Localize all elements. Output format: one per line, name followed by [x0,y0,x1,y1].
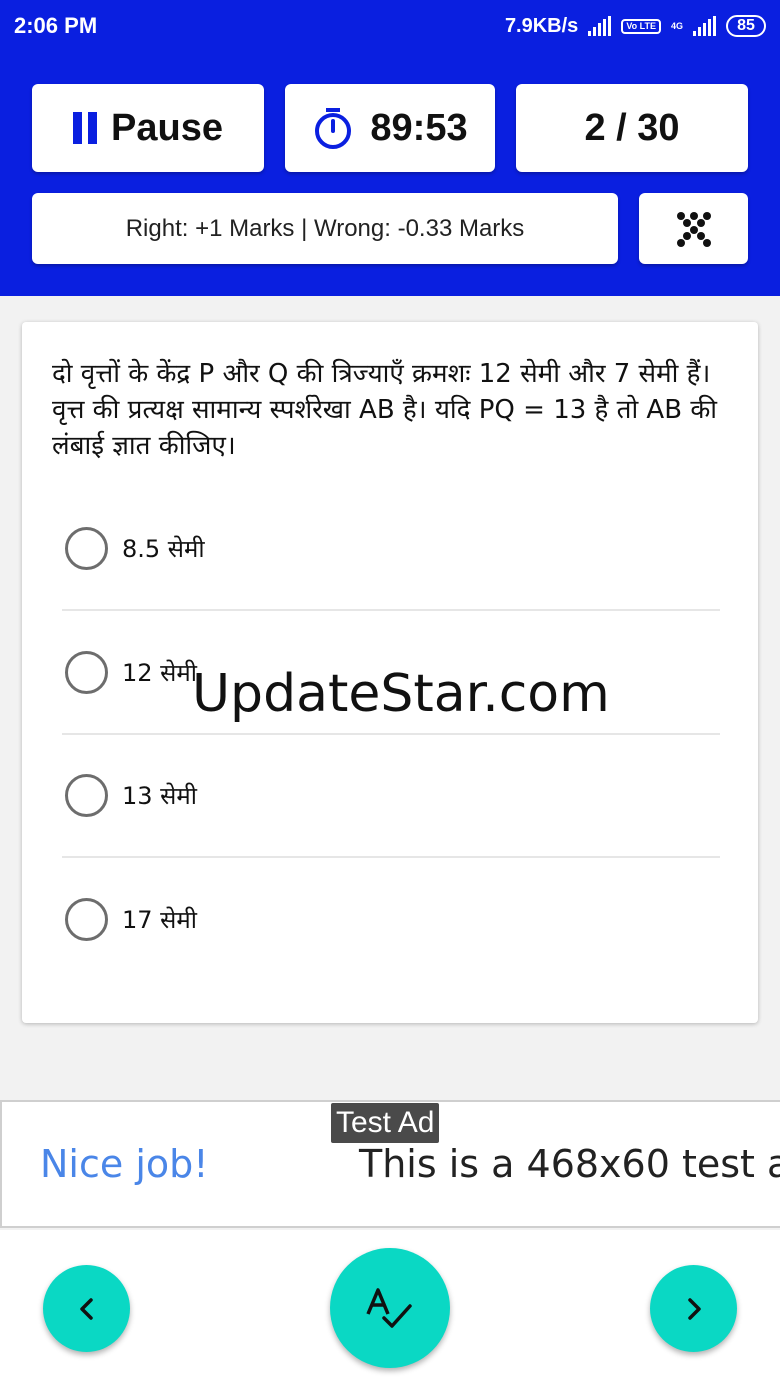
question-counter-value: 2 / 30 [584,106,680,149]
radio-button[interactable] [65,774,108,817]
pause-icon [73,112,98,144]
quiz-header: Pause 89:53 2 / 30 Right: +1 Marks | Wro… [0,52,780,296]
ad-body[interactable]: This is a 468x60 test ad [359,1142,780,1186]
watermark: UpdateStar.com [192,664,610,724]
question-text: दो वृत्तों के केंद्र P और Q की त्रिज्याए… [52,359,718,461]
radio-button[interactable] [65,527,108,570]
timer-value: 89:53 [370,106,468,149]
radio-button[interactable] [65,651,108,694]
option-4[interactable]: 17 सेमी [62,858,720,981]
option-1[interactable]: 8.5 सेमी [62,487,720,610]
question-grid-button[interactable] [639,193,748,264]
ad-tag: Test Ad [331,1103,440,1143]
volte-icon: Vo LTE [621,18,661,34]
question-counter: 2 / 30 [516,84,748,172]
check-answer-button[interactable] [330,1248,450,1368]
ad-headline[interactable]: Nice job! [40,1142,209,1186]
pause-button[interactable]: Pause [32,84,264,172]
battery-indicator: 85 [726,15,766,37]
stopwatch-icon [315,108,352,149]
next-button[interactable] [650,1265,737,1352]
spellcheck-icon [366,1288,412,1328]
status-bar: 2:06 PM 7.9KB/s Vo LTE 4G 85 [0,0,780,52]
option-label: 8.5 सेमी [122,535,205,563]
pause-label: Pause [111,106,223,149]
radio-button[interactable] [65,898,108,941]
network-speed: 7.9KB/s [504,14,579,37]
marks-info: Right: +1 Marks | Wrong: -0.33 Marks [32,193,618,264]
signal-icon [588,16,612,36]
previous-button[interactable] [43,1265,130,1352]
signal-icon-2 [693,16,716,36]
chevron-left-icon [79,1297,93,1320]
question-grid-icon [676,211,711,247]
status-time: 2:06 PM [14,13,98,38]
timer-display: 89:53 [285,84,495,172]
marks-info-text: Right: +1 Marks | Wrong: -0.33 Marks [125,214,525,242]
option-3[interactable]: 13 सेमी [62,734,720,857]
status-icons: 7.9KB/s Vo LTE 4G 85 [505,15,766,38]
option-label: 12 सेमी [122,659,197,687]
option-label: 17 सेमी [122,906,197,934]
option-label: 13 सेमी [122,782,197,810]
chevron-right-icon [687,1297,701,1320]
network-type-icon: 4G [670,20,683,31]
